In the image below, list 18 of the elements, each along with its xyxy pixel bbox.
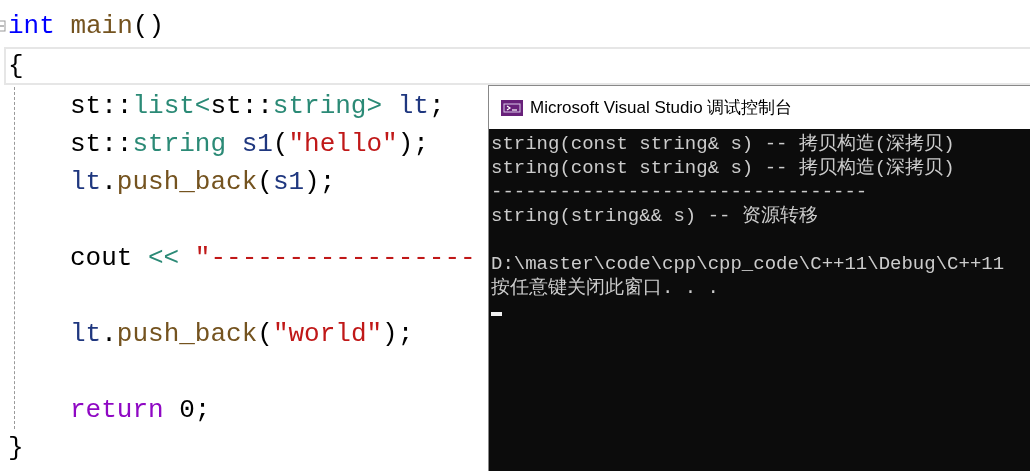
code-line: lt.push_back(s1);: [70, 167, 336, 197]
code-line: }: [8, 433, 24, 463]
window-title: Microsoft Visual Studio 调试控制台: [530, 97, 793, 119]
code-line: cout << "-----------------: [70, 243, 476, 273]
code-line: {: [8, 51, 24, 81]
code-line: int main(): [8, 11, 165, 41]
console-output-line: D:\master\code\cpp\cpp_code\C++11\Debug\C++11: [491, 253, 1005, 275]
code-line: st::string s1("hello");: [70, 129, 429, 159]
console-output-line: ---------------------------------: [491, 181, 868, 203]
console-app-icon: [501, 99, 523, 116]
code-line: return 0;: [70, 395, 211, 425]
code-line: lt.push_back("world");: [70, 319, 414, 349]
console-output-line: string(string&& s) -- 资源转移: [491, 205, 818, 227]
console-output-line: string(const string& s) -- 拷贝构造(深拷贝): [491, 133, 955, 155]
collapse-icon[interactable]: [0, 20, 6, 32]
console-output-line: string(const string& s) -- 拷贝构造(深拷贝): [491, 157, 955, 179]
console-output-line: 按任意键关闭此窗口. . .: [491, 277, 719, 299]
code-line: st::list<st::string> lt;: [70, 91, 445, 121]
